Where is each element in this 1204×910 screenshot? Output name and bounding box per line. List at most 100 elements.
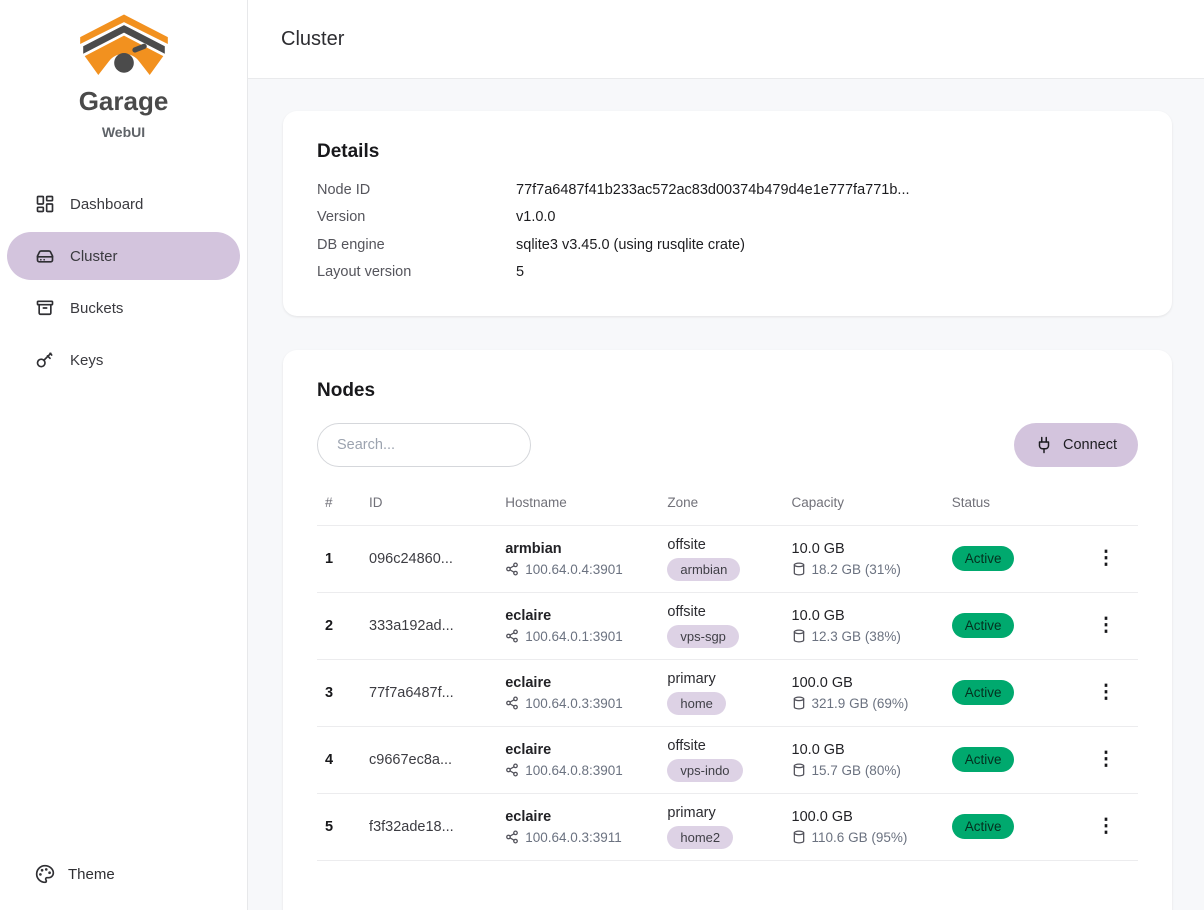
node-address-line: 100.64.0.8:3901 (505, 763, 651, 778)
sidebar-item-dashboard[interactable]: Dashboard (7, 180, 240, 228)
node-capacity: 10.0 GB (792, 742, 936, 758)
zone-tag-badge: home2 (667, 826, 733, 849)
node-capacity: 100.0 GB (792, 675, 936, 691)
details-card: Details Node ID 77f7a6487f41b233ac572ac8… (283, 111, 1172, 316)
brand-title: Garage (0, 86, 247, 117)
node-address: 100.64.0.4:3901 (525, 562, 623, 577)
node-actions-cell: ⋮ (1074, 793, 1138, 860)
search-input[interactable] (317, 423, 531, 467)
node-number: 1 (317, 525, 361, 592)
hard-drive-icon (35, 246, 55, 266)
zone-tag-badge: vps-sgp (667, 625, 739, 648)
node-address-line: 100.64.0.3:3901 (505, 696, 651, 711)
node-hostname-cell: eclaire 100.64.0.3:3911 (497, 793, 659, 860)
node-capacity: 10.0 GB (792, 608, 936, 624)
node-hostname-cell: eclaire 100.64.0.8:3901 (497, 726, 659, 793)
node-address: 100.64.0.8:3901 (525, 763, 623, 778)
sidebar-item-label: Dashboard (70, 196, 143, 213)
details-title: Details (317, 141, 1138, 163)
node-zone-cell: offsite vps-sgp (659, 592, 783, 659)
node-zone-cell: offsite vps-indo (659, 726, 783, 793)
share-nodes-icon (505, 562, 519, 576)
database-icon (792, 763, 806, 777)
node-address: 100.64.0.1:3901 (525, 629, 623, 644)
sidebar-item-keys[interactable]: Keys (7, 336, 240, 384)
status-badge: Active (952, 747, 1015, 772)
table-row: 3 77f7a6487f... eclaire 100.64.0.3:3901 … (317, 659, 1138, 726)
node-usage: 15.7 GB (80%) (812, 763, 901, 778)
node-hostname: eclaire (505, 742, 651, 758)
zone-tag-badge: home (667, 692, 726, 715)
detail-label: Node ID (317, 182, 516, 199)
detail-value: 5 (516, 264, 524, 281)
row-actions-button[interactable]: ⋮ (1088, 813, 1123, 840)
node-id: 096c24860... (361, 525, 497, 592)
database-icon (792, 629, 806, 643)
row-actions-button[interactable]: ⋮ (1088, 545, 1123, 572)
node-usage: 321.9 GB (69%) (812, 696, 909, 711)
key-icon (35, 350, 55, 370)
plug-icon (1035, 436, 1053, 454)
node-address-line: 100.64.0.4:3901 (505, 562, 651, 577)
node-capacity: 10.0 GB (792, 541, 936, 557)
col-id: ID (361, 487, 497, 526)
brand: Garage WebUI (0, 0, 247, 140)
node-hostname: eclaire (505, 608, 651, 624)
table-row: 2 333a192ad... eclaire 100.64.0.1:3901 o… (317, 592, 1138, 659)
node-zone: offsite (667, 604, 775, 620)
palette-icon (35, 864, 55, 884)
detail-row-node-id: Node ID 77f7a6487f41b233ac572ac83d00374b… (317, 182, 1138, 199)
row-actions-button[interactable]: ⋮ (1088, 679, 1123, 706)
node-usage-line: 321.9 GB (69%) (792, 696, 936, 711)
sidebar-item-buckets[interactable]: Buckets (7, 284, 240, 332)
row-actions-button[interactable]: ⋮ (1088, 746, 1123, 773)
node-number: 4 (317, 726, 361, 793)
nodes-table: # ID Hostname Zone Capacity Status 1 096… (317, 487, 1138, 861)
node-usage: 110.6 GB (95%) (812, 830, 908, 845)
detail-row-db-engine: DB engine sqlite3 v3.45.0 (using rusqlit… (317, 237, 1138, 254)
node-status-cell: Active (944, 525, 1074, 592)
node-status-cell: Active (944, 726, 1074, 793)
detail-value: sqlite3 v3.45.0 (using rusqlite crate) (516, 237, 745, 254)
node-hostname: eclaire (505, 675, 651, 691)
share-nodes-icon (505, 696, 519, 710)
nodes-table-body: 1 096c24860... armbian 100.64.0.4:3901 o… (317, 525, 1138, 860)
sidebar-nav: Dashboard Cluster Buckets Keys (0, 180, 247, 384)
detail-row-layout-version: Layout version 5 (317, 264, 1138, 281)
table-row: 5 f3f32ade18... eclaire 100.64.0.3:3911 … (317, 793, 1138, 860)
node-id: f3f32ade18... (361, 793, 497, 860)
status-badge: Active (952, 546, 1015, 571)
node-status-cell: Active (944, 659, 1074, 726)
content: Details Node ID 77f7a6487f41b233ac572ac8… (248, 79, 1204, 910)
sidebar-item-label: Buckets (70, 300, 123, 317)
share-nodes-icon (505, 629, 519, 643)
status-badge: Active (952, 814, 1015, 839)
main-area: Cluster Details Node ID 77f7a6487f41b233… (248, 0, 1204, 910)
node-zone: offsite (667, 738, 775, 754)
theme-button[interactable]: Theme (7, 852, 143, 896)
node-usage-line: 12.3 GB (38%) (792, 629, 936, 644)
col-capacity: Capacity (784, 487, 944, 526)
brand-subtitle: WebUI (0, 124, 247, 140)
page-title: Cluster (281, 28, 344, 51)
node-capacity-cell: 100.0 GB 321.9 GB (69%) (784, 659, 944, 726)
node-address: 100.64.0.3:3901 (525, 696, 623, 711)
row-actions-button[interactable]: ⋮ (1088, 612, 1123, 639)
node-status-cell: Active (944, 592, 1074, 659)
connect-button[interactable]: Connect (1014, 423, 1138, 467)
col-num: # (317, 487, 361, 526)
node-zone: offsite (667, 537, 775, 553)
dashboard-icon (35, 194, 55, 214)
zone-tag-badge: armbian (667, 558, 740, 581)
node-zone-cell: primary home (659, 659, 783, 726)
detail-row-version: Version v1.0.0 (317, 209, 1138, 226)
status-badge: Active (952, 680, 1015, 705)
node-capacity-cell: 10.0 GB 18.2 GB (31%) (784, 525, 944, 592)
node-hostname: armbian (505, 541, 651, 557)
node-zone-cell: primary home2 (659, 793, 783, 860)
nodes-controls: Connect (317, 423, 1138, 467)
node-actions-cell: ⋮ (1074, 659, 1138, 726)
nodes-card: Nodes Connect # ID (283, 350, 1172, 910)
sidebar-item-label: Keys (70, 352, 103, 369)
sidebar-item-cluster[interactable]: Cluster (7, 232, 240, 280)
